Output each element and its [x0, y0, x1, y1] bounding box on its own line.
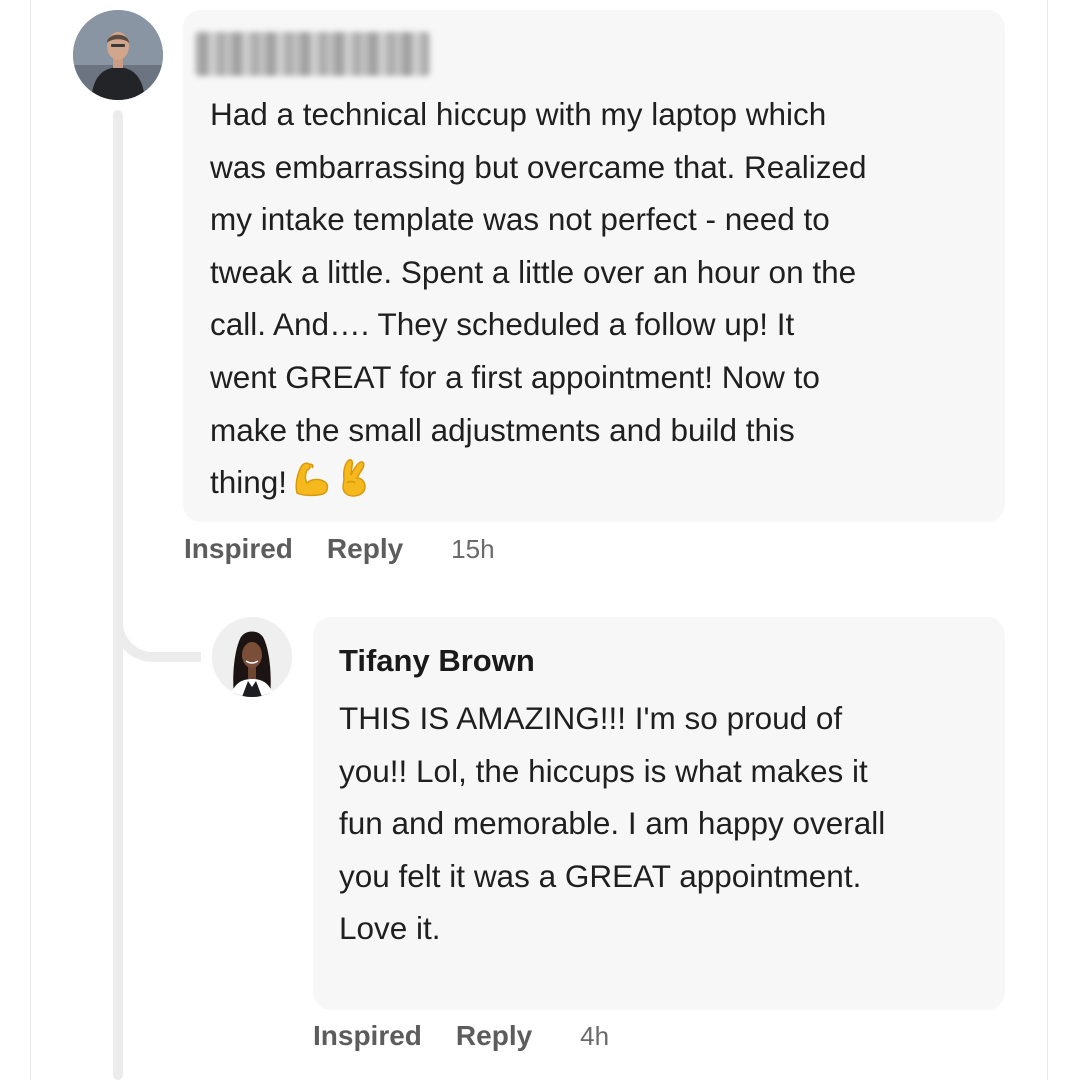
comment-line: went GREAT for a first appointment! Now …	[210, 358, 820, 395]
flexed-biceps-icon	[291, 457, 331, 513]
comment-body: THIS IS AMAZING!!! I'm so proud of you!!…	[339, 692, 999, 955]
comment-line: my intake template was not perfect - nee…	[210, 201, 830, 238]
comment-line: Had a technical hiccup with my laptop wh…	[210, 96, 827, 132]
avatar[interactable]	[73, 10, 163, 100]
comment-line: make the small adjustments and build thi…	[210, 411, 795, 448]
comment-line: call. And…. They scheduled a follow up! …	[210, 306, 795, 343]
comment-line: THIS IS AMAZING!!! I'm so proud of	[339, 700, 843, 736]
inspired-reaction-button[interactable]: Inspired	[313, 1020, 422, 1052]
comment-author-name[interactable]: Tifany Brown	[339, 643, 535, 679]
comment-timestamp: 4h	[580, 1021, 610, 1051]
comment-line: fun and memorable. I am happy overall	[339, 805, 886, 842]
user-avatar-photo	[212, 617, 292, 697]
comment-body: Had a technical hiccup with my laptop wh…	[210, 88, 1000, 513]
comment-line: you felt it was a GREAT appointment.	[339, 857, 862, 894]
comment-timestamp: 15h	[451, 534, 495, 564]
thread-reply-branch	[113, 590, 201, 662]
comment-actions: Inspired Reply 15h	[184, 533, 495, 565]
avatar[interactable]	[212, 617, 292, 697]
comment-line: was embarrassing but overcame that. Real…	[210, 148, 867, 185]
redacted-author-name	[195, 32, 430, 76]
crossed-fingers-icon	[335, 457, 371, 513]
reply-button[interactable]: Reply	[456, 1020, 532, 1052]
reply-button[interactable]: Reply	[327, 533, 403, 565]
user-avatar-photo	[73, 10, 163, 100]
comment-actions: Inspired Reply 4h	[313, 1020, 609, 1052]
comment-line: tweak a little. Spent a little over an h…	[210, 253, 857, 290]
comment-line: Love it.	[339, 910, 441, 947]
comment-line: you!! Lol, the hiccups is what makes it	[339, 752, 868, 789]
inspired-reaction-button[interactable]: Inspired	[184, 533, 293, 565]
comment-line-text: thing!	[210, 464, 288, 501]
comment-line-last: thing!	[210, 456, 1000, 513]
